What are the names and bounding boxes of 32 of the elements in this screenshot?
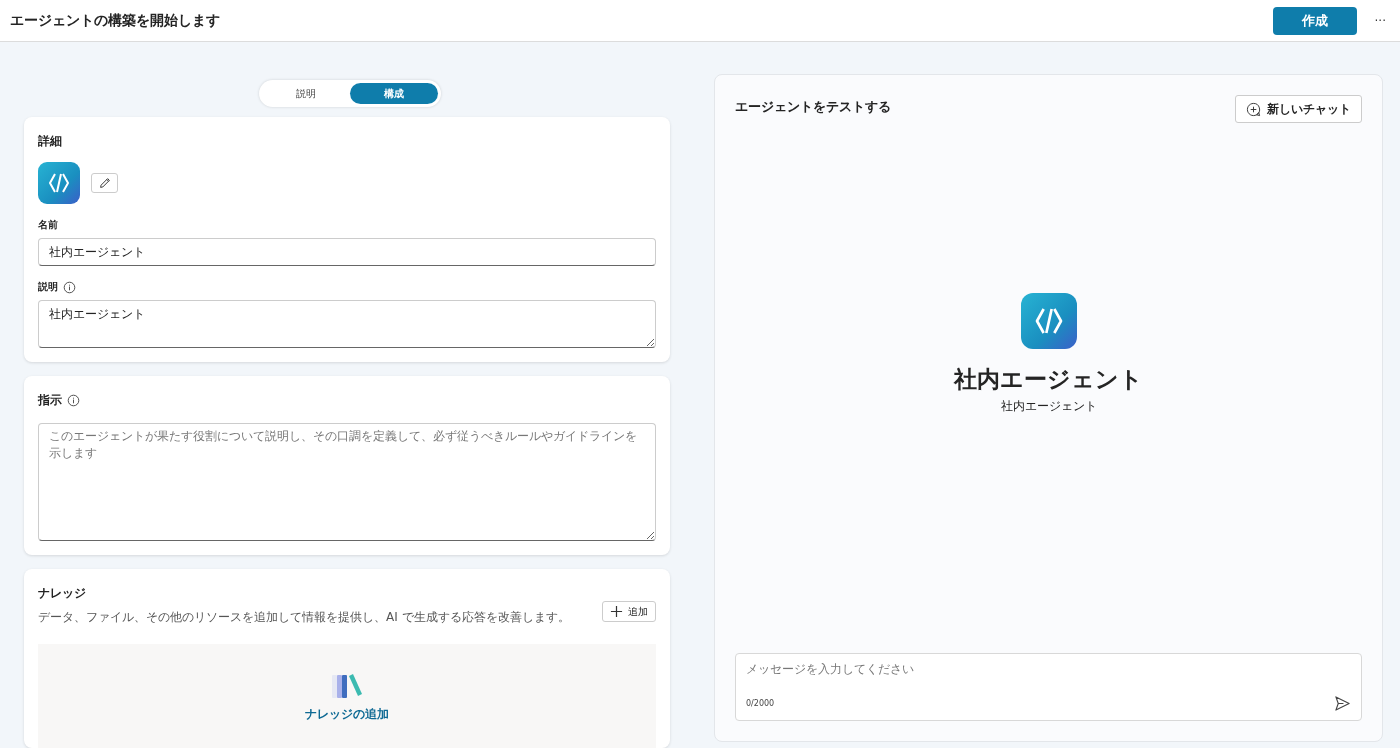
section-heading: 指示 <box>38 392 62 409</box>
agent-description: 社内エージェント <box>1000 398 1097 415</box>
create-button[interactable]: 作成 <box>1272 6 1357 35</box>
agent-icon <box>1020 293 1077 349</box>
chat-add-icon <box>1246 101 1261 117</box>
knowledge-description: データ、ファイル、その他のリソースを追加して情報を提供し、AI で生成する応答を改善します。 <box>38 609 570 626</box>
description-label: 説明 <box>38 280 58 294</box>
section-heading: 詳細 <box>38 133 63 150</box>
message-input-field[interactable]: メッセージを入力してください <box>746 662 1351 676</box>
pencil-icon <box>97 176 112 190</box>
tab[interactable]: 説明 <box>262 83 350 104</box>
info-icon[interactable] <box>63 280 76 294</box>
section-heading: ナレッジ <box>38 585 87 602</box>
add-button[interactable]: 追加 <box>602 601 656 622</box>
panel-heading: エージェントをテストする <box>735 98 891 116</box>
agent-name: 社内エージェント <box>954 365 1143 394</box>
agent-icon <box>38 162 80 204</box>
description-input-field[interactable]: 社内エージェント <box>38 300 656 348</box>
character-count: 0/2000 <box>746 699 775 708</box>
name-label: 名前 <box>38 218 59 232</box>
new-chat-button[interactable]: 新しいチャット <box>1235 95 1362 123</box>
send-icon[interactable] <box>1334 695 1351 712</box>
more-button[interactable]: ··· <box>1370 13 1390 28</box>
instructions-input-field[interactable]: このエージェントが果たす役割について説明し、その口調を定義して、必ず従うべきルールやガイドラインを示します <box>38 423 656 541</box>
page-title: エージェントの構築を開始します <box>10 11 220 30</box>
name-input-field[interactable]: 社内エージェント <box>38 238 656 266</box>
tab[interactable]: 構成 <box>350 83 438 104</box>
plus-icon <box>610 605 623 618</box>
edit-icon-button[interactable] <box>91 173 118 193</box>
info-icon[interactable] <box>67 394 80 407</box>
add-knowledge-link[interactable]: ナレッジの追加 <box>305 706 389 723</box>
books-icon <box>329 672 365 700</box>
